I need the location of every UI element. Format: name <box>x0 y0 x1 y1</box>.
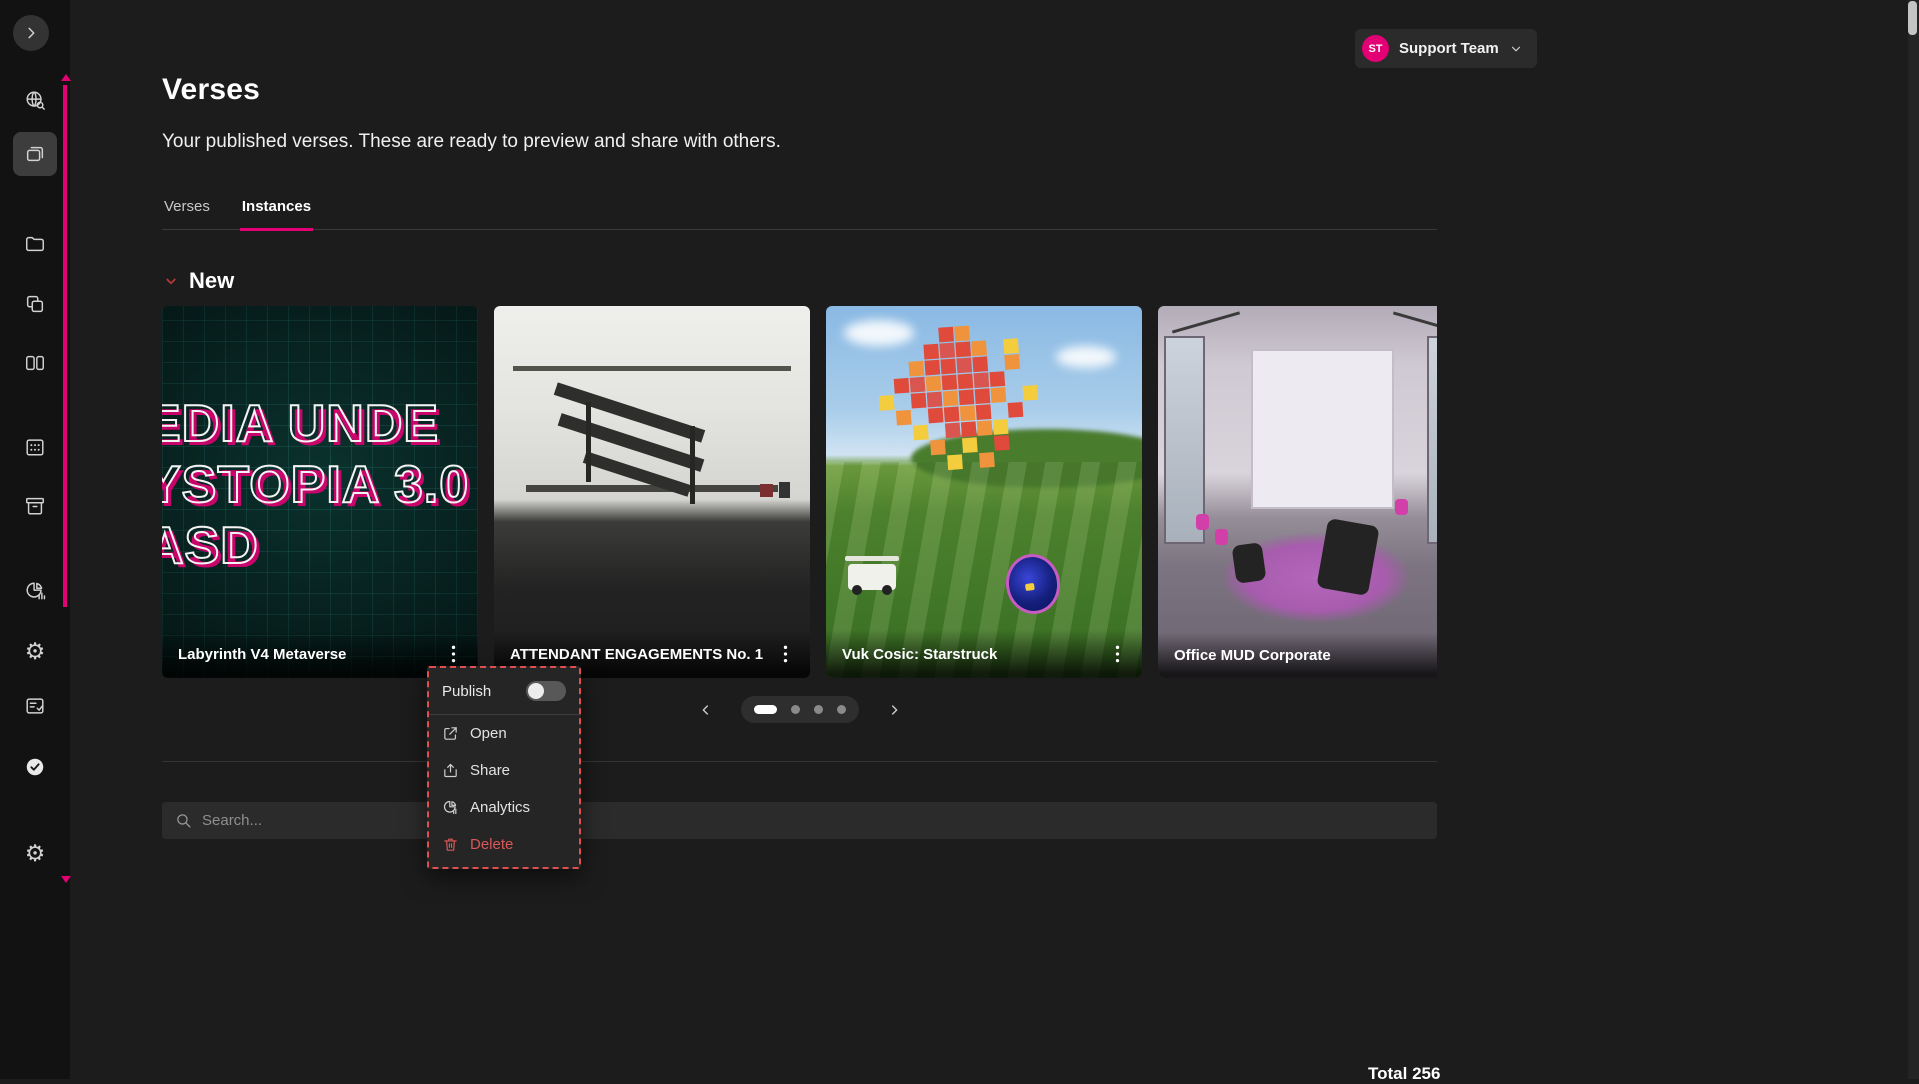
chevron-down-icon <box>162 272 180 290</box>
user-name: Support Team <box>1399 40 1499 57</box>
card-kebab-menu-button[interactable] <box>444 644 462 664</box>
publish-row: Publish <box>429 668 579 715</box>
sidebar-item-settings[interactable]: ⚙ <box>13 629 57 673</box>
sidebar-item-events[interactable] <box>13 425 57 469</box>
verse-card-office[interactable]: Office MUD Corporate <box>1158 306 1437 678</box>
kebab-icon <box>451 644 456 664</box>
analytics-pie-icon <box>24 580 46 602</box>
tab-instances[interactable]: Instances <box>240 198 313 231</box>
menu-item-analytics[interactable]: Analytics <box>429 789 579 826</box>
sidebar-expand-button[interactable] <box>13 15 49 51</box>
page-scrollbar[interactable] <box>1908 0 1919 1079</box>
pagination-dot-4[interactable] <box>837 705 846 714</box>
page-title: Verses <box>162 73 1437 107</box>
gear-icon: ⚙ <box>25 842 46 865</box>
pie-chart-icon <box>442 799 459 816</box>
trash-icon <box>442 836 459 853</box>
sidebar-item-verses[interactable] <box>13 132 57 176</box>
copy-stack-icon <box>24 293 46 315</box>
card-title: Labyrinth V4 Metaverse <box>178 646 346 663</box>
card-thumbnail <box>494 306 810 678</box>
calendar-grid-icon <box>24 436 46 458</box>
menu-item-open[interactable]: Open <box>429 715 579 752</box>
card-kebab-menu-button[interactable] <box>776 644 794 664</box>
verse-card-attendant[interactable]: ATTENDANT ENGAGEMENTS No. 1 <box>494 306 810 678</box>
search-icon <box>175 812 192 829</box>
sidebar-scroll-up-arrow[interactable] <box>61 74 71 81</box>
card-kebab-menu-button[interactable] <box>1108 644 1126 664</box>
pagination-dot-3[interactable] <box>814 705 823 714</box>
chevron-right-icon <box>886 702 902 718</box>
tab-bar: Verses Instances <box>162 198 1437 230</box>
pagination <box>162 696 1437 723</box>
card-title: Vuk Cosic: Starstruck <box>842 646 997 663</box>
archive-box-icon <box>24 495 46 517</box>
card-title: ATTENDANT ENGAGEMENTS No. 1 <box>510 646 763 663</box>
sidebar-scrollbar[interactable] <box>63 85 67 607</box>
pagination-prev-button[interactable] <box>695 699 717 721</box>
page-subtitle: Your published verses. These are ready t… <box>162 131 1437 153</box>
section-label: New <box>189 268 234 294</box>
menu-item-share[interactable]: Share <box>429 752 579 789</box>
user-menu-button[interactable]: ST Support Team <box>1355 29 1537 68</box>
gear-icon: ⚙ <box>25 640 46 663</box>
main-content: Verses Your published verses. These are … <box>162 0 1437 839</box>
globe-search-icon <box>24 89 46 111</box>
sidebar-scroll-down-arrow[interactable] <box>61 876 71 883</box>
verse-card-starstruck[interactable]: Vuk Cosic: Starstruck <box>826 306 1142 678</box>
pagination-dot-1[interactable] <box>754 705 777 714</box>
section-header-new[interactable]: New <box>162 268 1437 294</box>
search-input[interactable] <box>202 812 1424 829</box>
section-divider <box>162 761 1437 762</box>
kebab-icon <box>783 644 788 664</box>
golf-cart-art <box>848 564 896 590</box>
verse-cards-icon <box>24 143 46 165</box>
sidebar-item-forms[interactable] <box>13 684 57 728</box>
search-bar[interactable] <box>162 802 1437 839</box>
chevron-down-icon <box>1509 42 1523 56</box>
chevron-left-icon <box>698 702 714 718</box>
sidebar: ⚙ ⚙ <box>0 0 70 1079</box>
external-link-icon <box>442 725 459 742</box>
form-edit-icon <box>24 695 46 717</box>
share-icon <box>442 762 459 779</box>
sidebar-item-assets[interactable] <box>13 484 57 528</box>
pixel-mosaic-art <box>858 316 1101 502</box>
card-row: EDIA UNDE YSTOPIA 3.0 ASD Labyrinth V4 M… <box>162 306 1437 678</box>
pagination-next-button[interactable] <box>883 699 905 721</box>
folder-icon <box>24 233 46 255</box>
pagination-dots <box>741 696 859 723</box>
card-title: Office MUD Corporate <box>1174 647 1331 664</box>
sidebar-item-files[interactable] <box>13 222 57 266</box>
publish-label: Publish <box>442 683 491 700</box>
check-circle-icon <box>24 756 46 778</box>
avatar: ST <box>1362 35 1389 62</box>
sidebar-item-spaces[interactable] <box>13 341 57 385</box>
sidebar-item-templates[interactable] <box>13 282 57 326</box>
publish-toggle[interactable] <box>526 681 566 701</box>
layout-panels-icon <box>24 352 46 374</box>
card-thumbnail <box>826 306 1142 678</box>
sidebar-item-analytics[interactable] <box>13 569 57 613</box>
sidebar-item-explore[interactable] <box>13 78 57 122</box>
total-count: Total 256 <box>1368 1064 1440 1084</box>
sidebar-item-admin-settings[interactable]: ⚙ <box>13 831 57 875</box>
card-thumbnail <box>1158 306 1437 678</box>
scrollbar-thumb[interactable] <box>1908 1 1917 35</box>
kebab-icon <box>1115 644 1120 664</box>
pagination-dot-2[interactable] <box>791 705 800 714</box>
tab-verses[interactable]: Verses <box>162 198 212 231</box>
verse-card-labyrinth[interactable]: EDIA UNDE YSTOPIA 3.0 ASD Labyrinth V4 M… <box>162 306 478 678</box>
neon-art-text: EDIA UNDE YSTOPIA 3.0 ASD <box>162 394 469 577</box>
menu-item-delete[interactable]: Delete <box>429 826 579 863</box>
sidebar-item-tasks[interactable] <box>13 745 57 789</box>
card-context-menu: Publish Open Share Analytics Delete <box>427 666 581 869</box>
card-thumbnail: EDIA UNDE YSTOPIA 3.0 ASD <box>162 306 478 678</box>
chevron-right-icon <box>20 22 42 44</box>
